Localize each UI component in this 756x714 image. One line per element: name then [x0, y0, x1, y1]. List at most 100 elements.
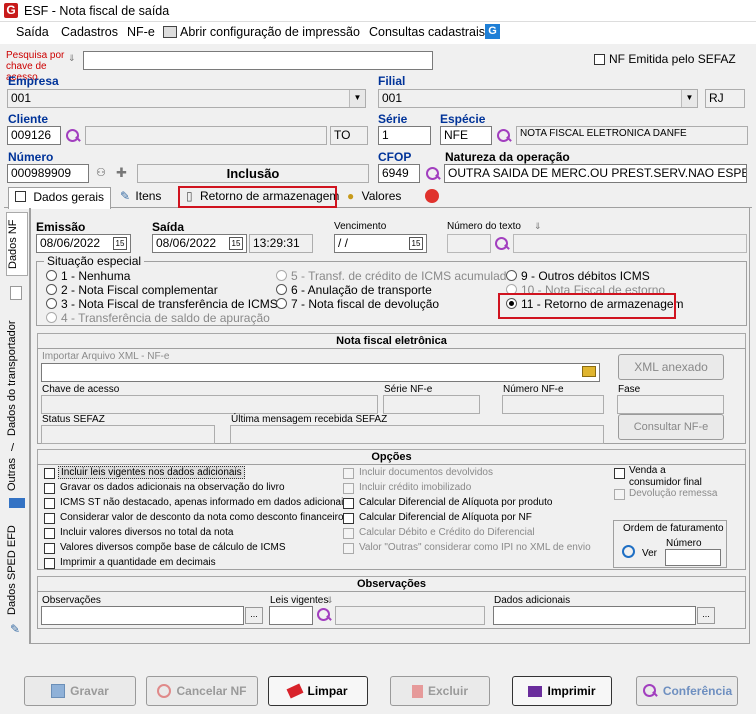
checkbox-quantidade[interactable] — [44, 558, 55, 569]
checkbox-difal-produto[interactable] — [343, 498, 354, 509]
importar-xml-input[interactable] — [41, 363, 600, 382]
especie-label: Espécie — [440, 112, 486, 126]
imprimir-button[interactable]: Imprimir — [512, 676, 612, 706]
pin-icon: ⇓ — [534, 221, 542, 231]
radio-devolucao[interactable] — [276, 298, 287, 309]
empresa-select[interactable]: 001 ▼ — [7, 89, 366, 108]
conferencia-button[interactable]: Conferência — [636, 676, 738, 706]
empresa-label: Empresa — [8, 74, 59, 88]
search-add-icon[interactable] — [622, 545, 635, 558]
radio-nenhuma[interactable] — [46, 270, 57, 281]
opcao-desconto: Considerar valor de desconto da nota com… — [60, 512, 344, 523]
cliente-name — [85, 126, 327, 145]
tab-dados-gerais[interactable]: Dados gerais — [8, 187, 112, 209]
folder-icon[interactable] — [582, 366, 596, 377]
search-icon[interactable] — [316, 607, 332, 623]
checkbox-devolucao-remessa — [614, 489, 625, 500]
especie-code-input[interactable]: NFE — [440, 126, 492, 145]
chevron-down-icon: ▼ — [681, 90, 697, 107]
search-icon[interactable] — [494, 236, 510, 252]
checkbox-venda-consumidor[interactable] — [614, 468, 625, 479]
cfop-input[interactable]: 6949 — [378, 164, 420, 183]
calendar-icon[interactable]: 15 — [113, 237, 127, 250]
binoculars-icon[interactable]: ⚇ — [96, 166, 106, 179]
limpar-button[interactable]: Limpar — [268, 676, 368, 706]
menu-cadastros[interactable]: Cadastros — [61, 25, 118, 39]
cliente-code-input[interactable]: 009126 — [7, 126, 61, 145]
opcao-documentos-devolvidos: Incluir documentos devolvidos — [359, 467, 493, 478]
radio-complementar[interactable] — [46, 284, 57, 295]
xml-anexado-button[interactable]: XML anexado — [618, 354, 724, 380]
document-icon — [10, 286, 22, 300]
ellipsis-button[interactable]: ... — [697, 607, 715, 624]
no-entry-icon[interactable] — [425, 189, 439, 203]
add-icon[interactable]: ✚ — [116, 165, 127, 181]
radio-outros-debitos[interactable] — [506, 270, 517, 281]
search-input[interactable] — [83, 51, 433, 70]
help-icon[interactable]: G — [485, 24, 500, 39]
edit-icon: ✎ — [120, 189, 131, 203]
side-tab-dados-nf[interactable]: Dados NF — [6, 212, 28, 276]
tab-itens[interactable]: ✎ Itens — [114, 187, 167, 207]
ellipsis-button[interactable]: ... — [245, 607, 263, 624]
checkbox-difal-nf[interactable] — [343, 513, 354, 524]
radio-transferencia-saldo — [46, 312, 57, 323]
checkbox-desconto[interactable] — [44, 513, 55, 524]
opcao-valores-total: Incluir valores diversos no total da not… — [60, 527, 234, 538]
gravar-button[interactable]: Gravar — [24, 676, 136, 706]
radio-transferencia-icms[interactable] — [46, 298, 57, 309]
situacao-option-9: 9 - Outros débitos ICMS — [521, 269, 650, 283]
dados-adicionais-input[interactable] — [493, 606, 696, 625]
calendar-icon[interactable]: 15 — [409, 237, 423, 250]
menu-print-config[interactable]: Abrir configuração de impressão — [180, 25, 360, 39]
numero-input[interactable]: 000989909 — [7, 164, 89, 183]
checkbox-gravar[interactable] — [44, 483, 55, 494]
numero-label: Número — [8, 150, 54, 164]
radio-anulacao[interactable] — [276, 284, 287, 295]
checkbox-valores-base[interactable] — [44, 543, 55, 554]
observacoes-input[interactable] — [41, 606, 244, 625]
excluir-button[interactable]: Excluir — [390, 676, 490, 706]
serie-input[interactable]: 1 — [378, 126, 431, 145]
search-icon[interactable] — [65, 128, 81, 144]
window-title: ESF - Nota fiscal de saída — [24, 4, 170, 18]
tab-valores[interactable]: ● Valores — [341, 187, 407, 207]
menu-saida[interactable]: Saída — [16, 25, 49, 39]
checkbox-leis[interactable] — [44, 468, 55, 479]
filial-uf: RJ — [705, 89, 745, 108]
checkbox-valores-total[interactable] — [44, 528, 55, 539]
natureza-input[interactable]: OUTRA SAIDA DE MERC.OU PREST.SERV.NAO ES… — [444, 164, 747, 183]
opcao-valores-base: Valores diversos compõe base de cálculo … — [60, 542, 286, 553]
vencimento-label: Vencimento — [334, 221, 387, 232]
checkbox-outras-ipi — [343, 543, 354, 554]
situacao-option-2: 2 - Nota Fiscal complementar — [61, 283, 218, 297]
situacao-option-1: 1 - Nenhuma — [61, 269, 131, 283]
opcao-quantidade: Imprimir a quantidade em decimais — [60, 557, 216, 568]
observacoes-section-title: Observações — [37, 576, 746, 592]
menu-consultas[interactable]: Consultas cadastrais — [369, 25, 485, 39]
consultar-nfe-button[interactable]: Consultar NF-e — [618, 414, 724, 440]
side-tab-outras[interactable]: Outras — [6, 454, 28, 494]
side-tab-transportador[interactable]: Dados do transportador — [6, 318, 28, 438]
importar-label: Importar Arquivo XML - NF-e — [42, 351, 170, 362]
pin-icon: ⇓ — [68, 53, 76, 63]
highlight-box — [498, 293, 676, 319]
filial-select[interactable]: 001 ▼ — [378, 89, 698, 108]
leis-vigentes-input[interactable] — [269, 606, 313, 625]
ver-label[interactable]: Ver — [642, 548, 657, 559]
checkbox-icms-st[interactable] — [44, 498, 55, 509]
numero-faturamento-input[interactable] — [665, 549, 721, 566]
situacao-option-3: 3 - Nota Fiscal de transferência de ICMS — [61, 297, 278, 311]
search-icon[interactable] — [496, 128, 512, 144]
side-tab-sped[interactable]: Dados SPED EFD — [6, 524, 28, 616]
situacao-label: Situação especial — [44, 254, 145, 268]
search-icon — [642, 683, 658, 699]
checkbox-icon — [15, 191, 26, 202]
calendar-icon[interactable]: 15 — [229, 237, 243, 250]
checkbox-documentos-devolvidos — [343, 468, 354, 479]
menu-nfe[interactable]: NF-e — [127, 25, 155, 39]
search-icon[interactable] — [425, 166, 441, 182]
cancelar-nf-button[interactable]: Cancelar NF — [146, 676, 258, 706]
natureza-label: Natureza da operação — [445, 150, 570, 164]
nf-emitida-checkbox[interactable] — [594, 54, 605, 65]
